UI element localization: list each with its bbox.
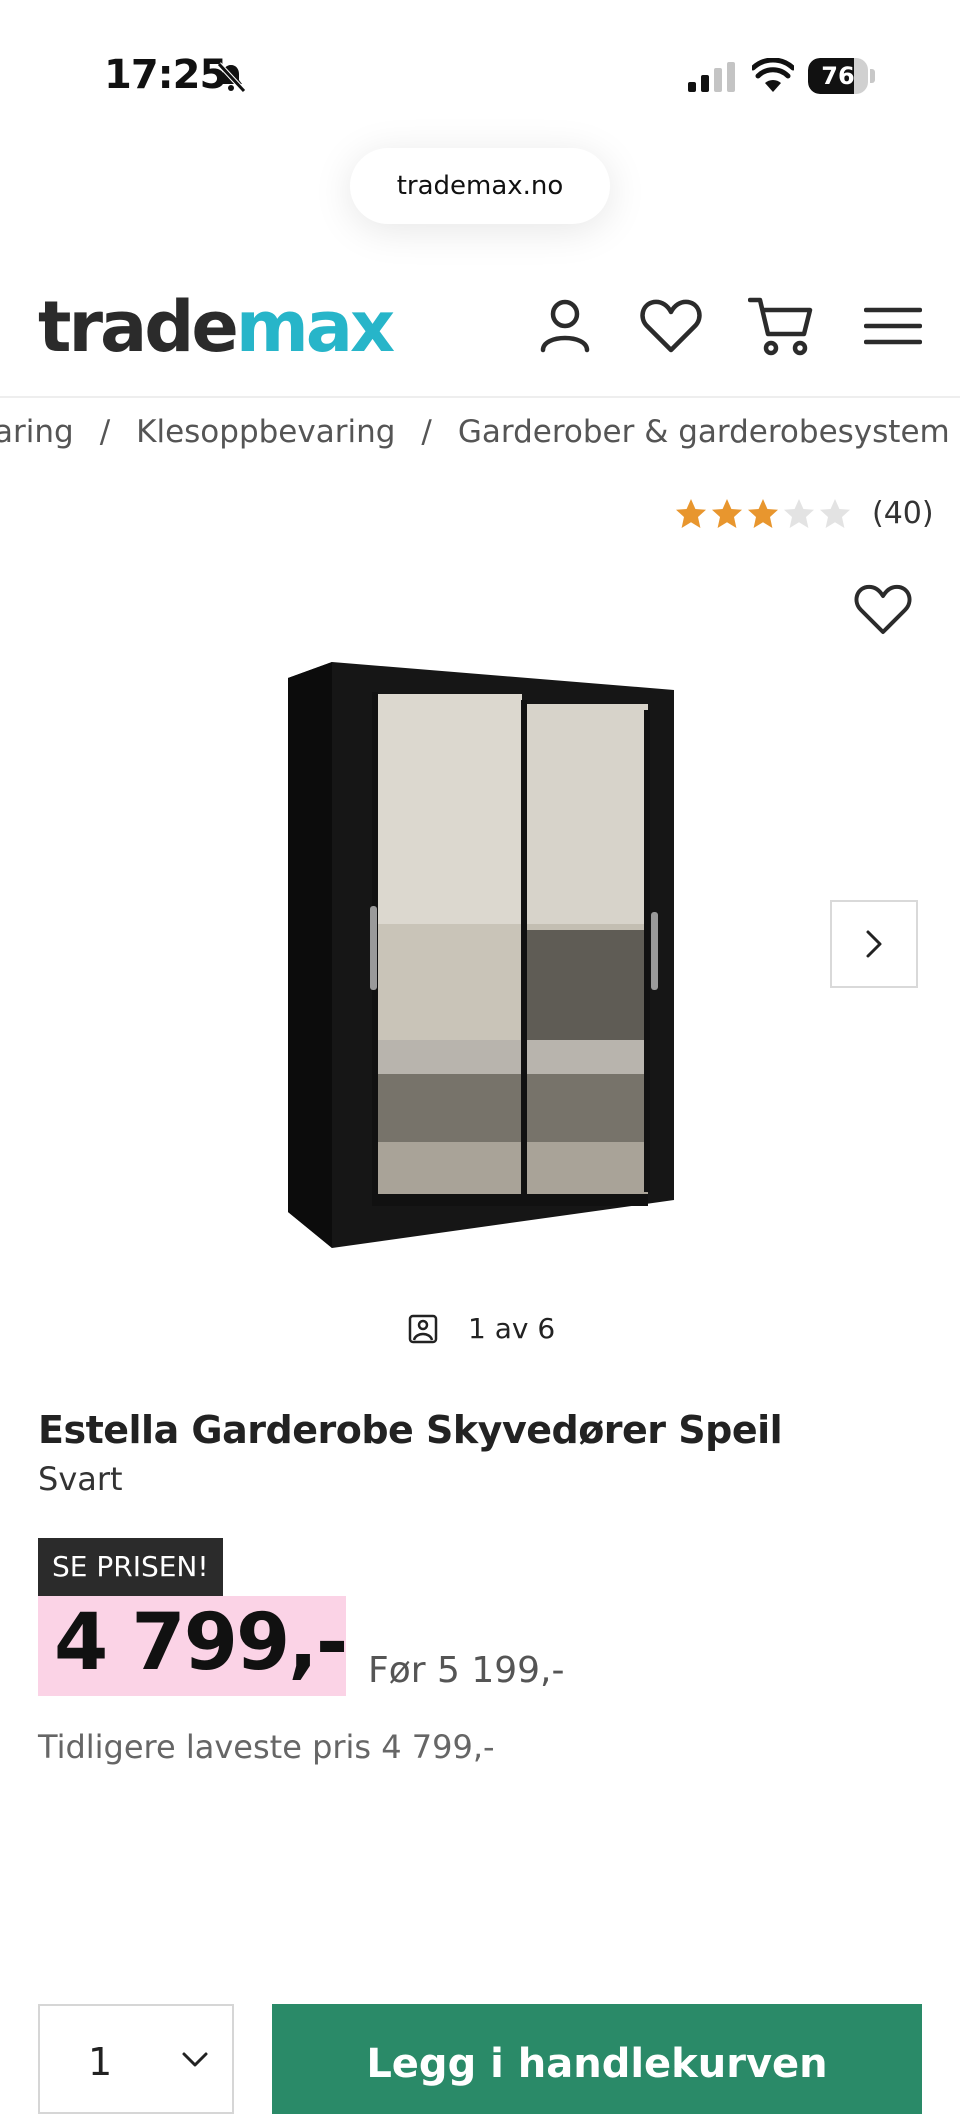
menu-icon[interactable] — [864, 294, 922, 358]
star-empty-icon — [820, 498, 850, 528]
header-divider — [0, 396, 960, 398]
battery-indicator: 76 — [808, 58, 876, 96]
product-rating[interactable]: (40) — [674, 496, 934, 531]
breadcrumb: aring / Klesoppbevaring / Garderober & garde… — [0, 414, 950, 450]
quantity-value: 1 — [88, 2040, 113, 2084]
breadcrumb-item[interactable]: Klesoppbevaring — [136, 414, 395, 450]
url-bar[interactable]: trademax.no — [350, 148, 610, 224]
product-variant: Svart — [38, 1460, 123, 1498]
product-title: Estella Garderobe Skyvedører Speil — [38, 1408, 783, 1452]
status-time: 17:25 — [104, 52, 227, 98]
breadcrumb-item[interactable]: aring — [0, 414, 74, 450]
star-empty-icon — [784, 498, 814, 528]
rating-stars — [674, 497, 854, 531]
cellular-signal-icon — [688, 62, 735, 92]
gallery-counter-text: 1 av 6 — [468, 1312, 556, 1345]
star-filled-icon — [748, 498, 778, 528]
breadcrumb-separator: / — [99, 414, 111, 450]
old-price: Før 5 199,- — [368, 1650, 565, 1691]
bell-muted-icon — [217, 62, 246, 93]
breadcrumb-item[interactable]: Garderober & garderobesystem — [458, 414, 950, 450]
chevron-right-icon — [866, 930, 882, 958]
star-filled-icon — [712, 498, 742, 528]
image-gallery-icon — [408, 1314, 438, 1343]
add-to-wishlist-heart-icon[interactable] — [852, 580, 914, 638]
trademax-logo[interactable]: trademax — [38, 286, 395, 368]
breadcrumb-separator: / — [421, 414, 432, 450]
product-image[interactable] — [282, 660, 674, 1250]
product-price: 4 799,- — [54, 1598, 348, 1688]
battery-level: 76 — [821, 62, 855, 90]
price-badge: SE PRISEN! — [38, 1538, 223, 1596]
account-icon[interactable] — [536, 294, 594, 358]
wifi-icon — [752, 58, 794, 92]
add-to-cart-button[interactable]: Legg i handlekurven — [272, 2004, 922, 2114]
wishlist-heart-icon[interactable] — [638, 294, 704, 358]
gallery-counter[interactable]: 1 av 6 — [408, 1312, 555, 1345]
chevron-down-icon — [182, 2052, 208, 2067]
rating-count[interactable]: (40) — [872, 496, 934, 531]
gallery-next-button[interactable] — [830, 900, 918, 988]
lowest-price-note: Tidligere laveste pris 4 799,- — [38, 1728, 495, 1766]
cart-icon[interactable] — [748, 294, 814, 358]
star-filled-icon — [676, 498, 706, 528]
